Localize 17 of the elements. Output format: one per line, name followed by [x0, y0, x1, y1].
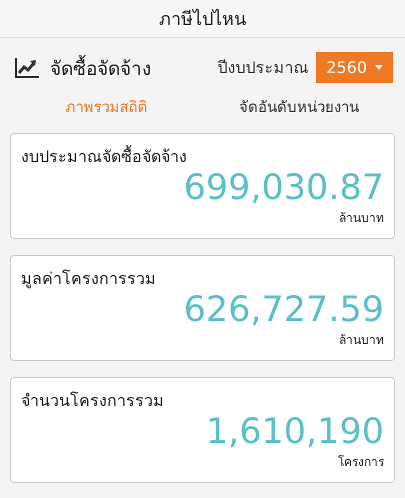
caret-icon [375, 65, 383, 70]
tab[interactable]: จัดอันดับหน่วยงาน [202, 91, 395, 125]
year-dropdown[interactable]: 2560 [316, 52, 393, 83]
year-label: ปีงบประมาณ [217, 57, 308, 79]
unit-label: ล้านบาท [339, 332, 384, 348]
section-title: จัดซื้อจัดจ้าง [50, 52, 218, 82]
card-title: จำนวนโครงการรวม [21, 390, 164, 412]
unit-label: โครงการ [338, 454, 384, 470]
unit-label: ล้านบาท [339, 210, 384, 226]
card-title: มูลค่าโครงการรวม [21, 268, 156, 290]
stat-value: 1,610,190 [206, 413, 384, 452]
trend-chart-icon [14, 56, 40, 78]
app-title: ภาษีไปไหน [159, 8, 246, 32]
stat-value: 699,030.87 [184, 169, 384, 208]
card-title: งบประมาณจัดซื้อจัดจ้าง [21, 144, 187, 168]
stat-value: 626,727.59 [184, 291, 384, 330]
tab[interactable]: ภาพรวมสถิติ [10, 91, 202, 125]
